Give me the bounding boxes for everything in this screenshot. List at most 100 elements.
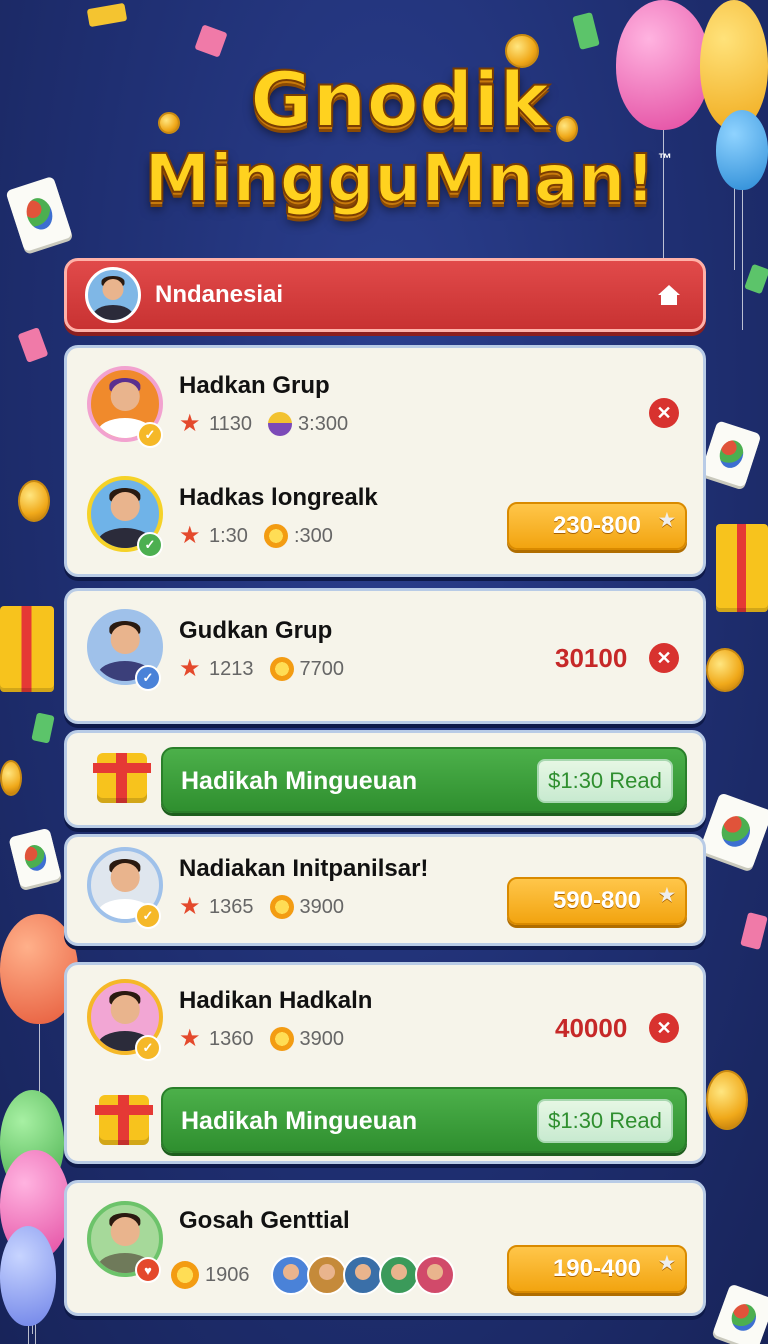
avatar[interactable] [307,1255,347,1295]
stat-value: 1360 [209,1027,254,1050]
player-stats: ★ 1213 7700 [179,657,344,681]
decor-chip [17,327,49,363]
group-card: ✓ Gudkan Grup ★ 1213 7700 30100 ✕ [64,588,706,724]
candy-icon [171,1261,199,1289]
decor-chip [572,12,600,50]
mahjong-tile-icon [699,792,768,870]
read-button[interactable]: $1:30 Read [537,759,673,803]
stat-value: 3:300 [298,412,349,435]
candy-icon [269,895,294,919]
heart-badge-icon: ♥ [135,1257,161,1283]
player-name: Hadikan Hadkaln [179,987,373,1014]
coin-icon [18,480,50,522]
weekly-reward-bar[interactable]: Hadikah Mingueuan $1:30 Read [161,1087,687,1153]
group-card: ✓ Nadiakan Initpanilsar! ★ 1365 3900 590… [64,834,706,946]
coin-icon [706,1070,748,1130]
gift-icon [95,1095,153,1145]
title-line-1: Gnodik [249,55,551,144]
stat-value: 3900 [299,895,345,918]
list-item[interactable]: ✓ Hadkas longrealk ★ 1:30 :300 230-800 ★ [67,472,703,562]
orb-icon [268,412,293,436]
decor-chip [744,263,768,295]
gold-badge-icon: ✓ [135,1035,161,1061]
stat-value: 1:30 [209,524,248,547]
stat-value: 7700 [299,657,345,680]
star-icon: ★ [658,510,675,530]
player-stats: ★ 1:30 :300 [179,524,333,548]
list-item[interactable]: ✓ Gudkan Grup ★ 1213 7700 30100 ✕ [67,609,703,699]
reward-label: Hadikah Mingueuan [181,767,418,795]
mahjong-tile-icon [5,175,73,253]
player-name: Hadkas longrealk [179,484,378,511]
player-stats: ★ 1365 3900 [179,895,344,919]
close-icon[interactable]: ✕ [649,398,679,428]
star-icon: ★ [179,1025,201,1052]
candy-icon [269,1027,294,1051]
decor-chip [194,24,228,58]
stat-value: 1906 [205,1263,250,1286]
trademark-symbol: ™ [658,150,672,166]
gold-badge-icon: ✓ [135,903,161,929]
reward-value: 190-400 [552,1255,642,1282]
stat-value: 3900 [299,1027,345,1050]
stat-value: 1213 [209,657,254,680]
reward-value: 590-800 [552,887,642,914]
list-item[interactable]: ✓ Nadiakan Initpanilsar! ★ 1365 3900 590… [67,847,703,937]
reward-button[interactable]: 590-800 ★ [507,877,687,925]
group-card: ✓ Hadkan Grup ★ 1130 3:300 ✕ ✓ Hadkas lo… [64,345,706,577]
gold-badge-icon: ✓ [137,422,163,448]
weekly-reward-bar[interactable]: Hadikah Mingueuan $1:30 Read [161,747,687,813]
avatar[interactable] [85,267,141,323]
stat-value: :300 [293,524,333,547]
player-stats: 1906 [171,1261,250,1289]
avatar[interactable] [379,1255,419,1295]
player-header: Nndanesiai [64,258,706,332]
player-stats: ★ 1360 3900 [179,1027,344,1051]
close-icon[interactable]: ✕ [649,643,679,673]
list-item[interactable]: ♥ Gosah Genttial 1906 190-400 ★ [67,1199,703,1295]
coin-icon [0,760,22,796]
read-button[interactable]: $1:30 Read [537,1099,673,1143]
group-card: ♥ Gosah Genttial 1906 190-400 ★ [64,1180,706,1316]
star-icon: ★ [179,655,201,682]
list-item[interactable]: ✓ Hadikan Hadkaln ★ 1360 3900 40000 ✕ [67,975,703,1065]
player-name: Nndanesiai [155,281,284,308]
star-icon: ★ [658,1253,675,1273]
reward-value: 230-800 [552,512,642,539]
home-icon[interactable] [655,281,683,309]
gift-icon [716,524,768,612]
group-card: ✓ Hadikan Hadkaln ★ 1360 3900 40000 ✕ Ha… [64,962,706,1164]
reward-button[interactable]: 190-400 ★ [507,1245,687,1293]
candy-icon [269,657,294,681]
decor-chip [31,712,55,744]
player-stats: ★ 1130 3:300 [179,412,348,436]
avatar[interactable] [415,1255,455,1295]
decor-chip [740,912,768,950]
reward-label: Hadikah Mingueuan [181,1107,418,1135]
mahjong-tile-icon [700,420,762,488]
stat-value: 1365 [209,895,254,918]
reward-button[interactable]: 230-800 ★ [507,502,687,550]
star-icon: ★ [179,410,201,437]
avatar[interactable] [343,1255,383,1295]
decor-chip [86,2,128,28]
close-icon[interactable]: ✕ [649,1013,679,1043]
friend-avatars [271,1255,455,1295]
title-line-2: MingguMnan! [143,140,656,217]
star-icon: ★ [179,522,201,549]
reward-card: Hadikah Mingueuan $1:30 Read [64,730,706,828]
list-item[interactable]: ✓ Hadkan Grup ★ 1130 3:300 ✕ [67,360,703,450]
verified-badge-icon: ✓ [135,665,161,691]
mahjong-tile-icon [8,827,62,889]
player-name: Gudkan Grup [179,617,333,644]
candy-icon [263,524,288,548]
avatar[interactable] [271,1255,311,1295]
mahjong-tile-icon [712,1283,768,1344]
game-title: Gnodik MingguMnan! ™ [120,55,680,217]
check-badge-icon: ✓ [137,532,163,558]
player-name: Nadiakan Initpanilsar! [179,855,429,882]
gift-icon [93,753,151,803]
balloon-icon [0,1226,56,1344]
star-icon: ★ [179,893,201,920]
star-icon: ★ [658,885,675,905]
